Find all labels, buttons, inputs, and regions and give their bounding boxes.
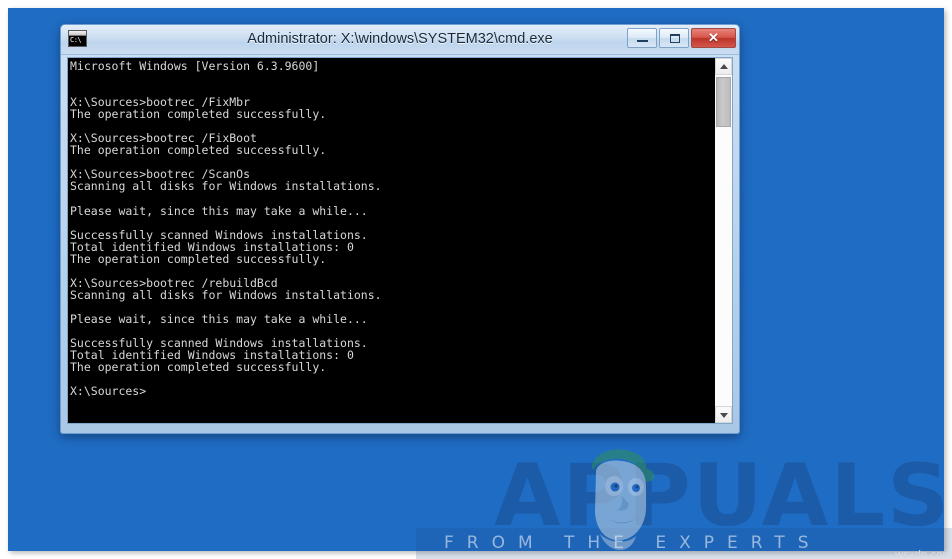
- cmd-icon-label: C:\: [70, 36, 82, 44]
- desktop-background: C:\ Administrator: X:\windows\SYSTEM32\c…: [8, 8, 952, 559]
- screenshot-root: C:\ Administrator: X:\windows\SYSTEM32\c…: [0, 0, 952, 559]
- maximize-icon: [670, 34, 680, 43]
- close-button[interactable]: ✕: [691, 28, 736, 48]
- console-text: Microsoft Windows [Version 6.3.9600] X:\…: [70, 59, 382, 399]
- minimize-button[interactable]: [627, 28, 657, 48]
- scroll-up-button[interactable]: [715, 58, 732, 75]
- scroll-down-button[interactable]: [715, 406, 732, 423]
- source-credit: wsxdn.com: [895, 549, 952, 559]
- watermark-brand: APPUALS: [494, 446, 952, 546]
- appuals-mascot-icon: [592, 449, 655, 550]
- scrollbar-thumb[interactable]: [716, 77, 731, 127]
- chevron-up-icon: [719, 63, 728, 69]
- window-titlebar[interactable]: C:\ Administrator: X:\windows\SYSTEM32\c…: [61, 25, 739, 55]
- appuals-watermark: APPUALS FROM THE EXPERTS wsxdn.com: [398, 448, 952, 559]
- chevron-down-icon: [719, 412, 728, 418]
- watermark-tagline: FROM THE EXPERTS: [444, 533, 822, 553]
- cmd-app-icon: C:\: [68, 30, 87, 47]
- close-icon: ✕: [708, 30, 719, 45]
- console-client-area: Microsoft Windows [Version 6.3.9600] X:\…: [67, 57, 733, 424]
- watermark-band: [416, 528, 952, 559]
- cmd-window[interactable]: C:\ Administrator: X:\windows\SYSTEM32\c…: [60, 24, 740, 434]
- maximize-button[interactable]: [659, 28, 689, 48]
- console-scrollbar[interactable]: [714, 58, 732, 423]
- console-output-area[interactable]: Microsoft Windows [Version 6.3.9600] X:\…: [68, 58, 714, 423]
- minimize-icon: [637, 40, 648, 42]
- scrollbar-track[interactable]: [715, 75, 732, 406]
- window-controls: ✕: [627, 28, 736, 48]
